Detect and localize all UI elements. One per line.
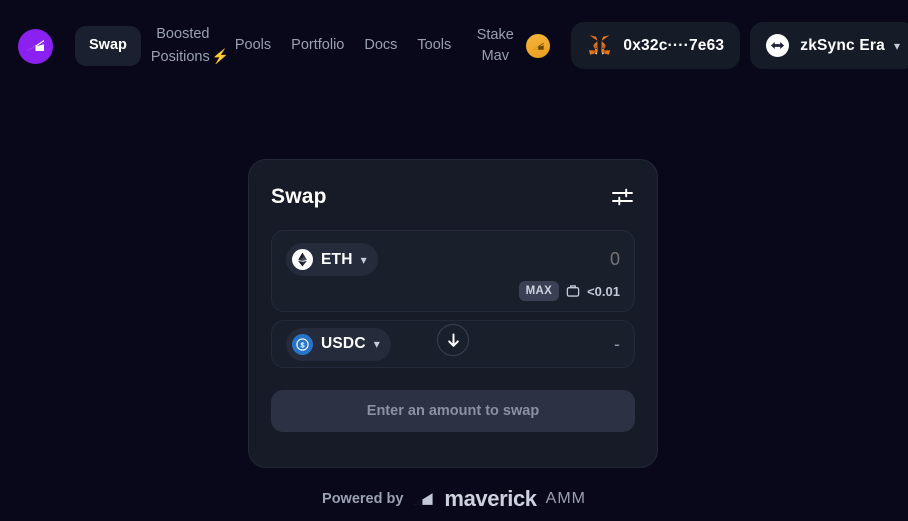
page-title: Swap <box>271 185 327 208</box>
swap-amount-input-from[interactable] <box>470 249 620 270</box>
nav-item-pools[interactable]: Pools <box>225 29 281 62</box>
app-root: Swap Boosted Positions ⚡ Pools Portfolio … <box>0 0 908 521</box>
nav-item-pools-label: Pools <box>234 37 272 54</box>
powered-by-label: Powered by <box>322 491 404 507</box>
zksync-glyph <box>771 41 785 50</box>
wallet-network-group: 0x32c····7e63 zkSync Era ▾ <box>571 22 908 69</box>
swap-submit-button[interactable]: Enter an amount to swap <box>271 390 635 432</box>
nav-item-stake-mav[interactable]: Stake Mav <box>461 19 551 73</box>
maverick-logo-icon[interactable] <box>18 28 53 64</box>
arrow-down-icon <box>447 333 459 347</box>
swap-from-balance-row: MAX <0.01 <box>518 281 620 301</box>
nav-item-boosted-positions-label: Boosted Positions <box>150 26 210 65</box>
swap-from-field: ETH ▾ MAX <0.01 <box>271 230 635 312</box>
balance-value: <0.01 <box>587 283 620 299</box>
swap-amount-output-to: - <box>614 333 620 354</box>
swap-card-header: Swap <box>271 182 635 212</box>
usdc-coin-icon: $ <box>292 333 313 355</box>
product-name: AMM <box>545 490 586 507</box>
nav-item-portfolio-label: Portfolio <box>291 37 345 54</box>
nav-item-docs[interactable]: Docs <box>354 29 407 62</box>
swap-from-row: ETH ▾ <box>286 243 620 276</box>
maverick-mark-icon <box>414 492 434 505</box>
network-selector-button[interactable]: zkSync Era ▾ <box>750 22 908 69</box>
mav-coin-icon <box>526 34 551 58</box>
token-selector-from[interactable]: ETH ▾ <box>286 243 378 276</box>
wallet-icon <box>566 285 580 297</box>
settings-sliders-glyph <box>611 188 633 206</box>
mav-coin-glyph <box>532 42 544 50</box>
metamask-fox-icon <box>589 35 611 55</box>
token-selector-to[interactable]: $ USDC ▾ <box>286 327 391 361</box>
nav-item-docs-label: Docs <box>364 37 398 54</box>
wallet-address-button[interactable]: 0x32c····7e63 <box>571 22 741 69</box>
nav-item-swap-label: Swap <box>89 37 127 54</box>
settings-sliders-icon[interactable] <box>609 184 635 210</box>
chevron-down-icon: ▾ <box>893 38 900 53</box>
main-nav: Swap Boosted Positions ⚡ Pools Portfolio … <box>75 18 551 73</box>
token-symbol-from: ETH <box>321 250 353 268</box>
chevron-down-icon: ▾ <box>360 252 367 267</box>
nav-item-swap[interactable]: Swap <box>75 26 141 66</box>
usdc-glyph: $ <box>294 336 311 352</box>
swap-card: Swap ETH ▾ 0 MAX <0.01 $ USDC ▾ - Enter … <box>248 159 658 468</box>
nav-item-boosted-positions[interactable]: Boosted Positions ⚡ <box>141 18 229 73</box>
nav-item-tools-label: Tools <box>417 37 452 54</box>
footer-powered-by: Powered by maverick AMM <box>0 486 908 512</box>
eth-glyph <box>298 252 307 267</box>
eth-coin-icon <box>292 249 313 270</box>
zksync-logo-icon <box>766 34 790 57</box>
token-symbol-to: USDC <box>321 335 366 352</box>
nav-item-tools[interactable]: Tools <box>407 29 461 62</box>
wallet-address-label: 0x32c····7e63 <box>623 36 725 54</box>
app-header: Swap Boosted Positions ⚡ Pools Portfolio … <box>0 0 908 92</box>
max-button[interactable]: MAX <box>518 281 560 301</box>
nav-item-stake-mav-label: Stake Mav <box>476 26 514 64</box>
chevron-down-icon: ▾ <box>373 337 380 351</box>
network-label: zkSync Era <box>800 36 885 54</box>
maverick-mark-glyph <box>26 40 44 51</box>
nav-item-portfolio[interactable]: Portfolio <box>281 29 354 62</box>
swap-direction-button[interactable] <box>437 324 469 356</box>
brand-name: maverick <box>444 486 537 511</box>
nav-item-stake-mav-label-wrap: Stake Mav <box>461 19 519 73</box>
